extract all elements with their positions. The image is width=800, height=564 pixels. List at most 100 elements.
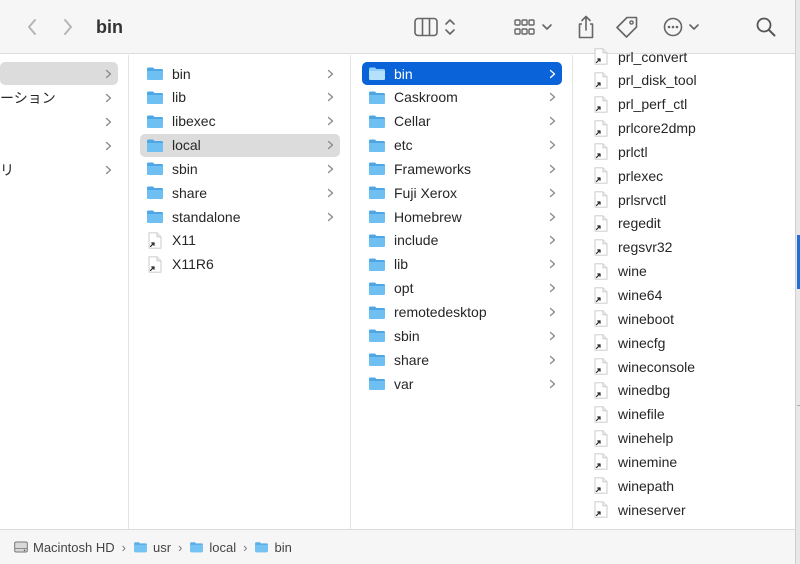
list-item[interactable] [0,134,118,157]
file-item[interactable]: prl_disk_tool [586,69,786,92]
folder-item[interactable]: Fuji Xerox [362,181,562,204]
path-crumb-bin[interactable]: bin [254,540,292,555]
file-item[interactable]: winepath [586,474,786,497]
file-item[interactable]: prlsrvctl [586,188,786,211]
tag-button[interactable] [614,12,640,42]
folder-icon [147,210,163,224]
action-button[interactable] [662,12,702,42]
folder-item[interactable]: sbin [362,324,562,347]
item-label: X11R6 [172,256,214,273]
item-label: X11 [172,232,196,249]
path-crumb-usr[interactable]: usr [133,540,171,555]
folder-item[interactable]: Caskroom [362,86,562,109]
item-label: winemine [618,453,678,470]
file-item[interactable]: wine [586,260,786,283]
item-label: opt [394,280,414,297]
file-item[interactable]: wineserver [586,498,786,521]
chevron-right-icon [327,181,334,204]
folder-item[interactable]: standalone [140,205,340,228]
list-item[interactable]: ーション [0,86,118,109]
item-label: lib [394,256,409,273]
chevron-right-icon [549,324,556,347]
group-button[interactable] [512,12,556,42]
chevron-right-icon [549,62,556,85]
folder-item[interactable]: opt [362,277,562,300]
search-icon [756,17,776,37]
file-item[interactable]: regsvr32 [586,236,786,259]
alias-file-icon [594,96,608,113]
column-browser: ーション リ bin lib libexec local sbin share … [0,48,795,529]
file-item[interactable]: winedbg [586,379,786,402]
folder-item[interactable]: libexec [140,110,340,133]
folder-item[interactable]: etc [362,134,562,157]
list-item[interactable]: リ [0,158,118,181]
file-item[interactable]: regedit [586,212,786,235]
folder-item[interactable]: remotedesktop [362,301,562,324]
folder-item[interactable]: share [362,348,562,371]
chevron-right-icon [327,205,334,228]
folder-item[interactable]: sbin [140,157,340,180]
folder-item[interactable]: Homebrew [362,205,562,228]
folder-icon [189,541,204,553]
folder-item[interactable]: include [362,229,562,252]
search-button[interactable] [754,12,778,42]
column-root[interactable]: ーション リ [0,55,129,529]
folder-icon [254,541,269,553]
folder-item[interactable]: Frameworks [362,157,562,180]
file-item[interactable]: X11R6 [140,253,340,276]
file-item[interactable]: winemine [586,450,786,473]
chevron-right-icon [549,277,556,300]
file-item[interactable]: prlexec [586,164,786,187]
path-crumb-local[interactable]: local [189,540,236,555]
file-item[interactable]: wineboot [586,307,786,330]
file-item[interactable]: winefile [586,403,786,426]
item-label: wine64 [618,287,663,303]
forward-button[interactable] [56,12,80,42]
file-item[interactable]: prlcore2dmp [586,117,786,140]
file-item[interactable]: wine64 [586,284,786,307]
item-label: include [394,232,439,249]
folder-item[interactable]: lib [140,86,340,109]
path-crumb-macintosh-hd[interactable]: Macintosh HD [14,540,115,555]
share-icon [578,15,594,39]
folder-item[interactable]: bin [140,62,340,85]
column-bin[interactable]: prl_convert prl_disk_tool prl_perf_ctl p… [574,48,795,529]
chevron-right-icon [105,134,112,157]
alias-file-icon [594,453,608,471]
column-local[interactable]: bin Caskroom Cellar etc Frameworks Fuji … [352,55,573,529]
item-label: etc [394,137,413,154]
item-label: standalone [172,208,241,225]
chevron-right-icon [105,62,112,85]
folder-icon [369,377,385,391]
folder-item[interactable]: Cellar [362,110,562,133]
item-label: regsvr32 [618,239,673,256]
file-item[interactable]: prlctl [586,140,786,163]
path-separator: › [243,539,248,555]
file-item[interactable]: prl_convert [586,45,786,68]
folder-item[interactable]: local [140,133,340,157]
file-item[interactable]: X11 [140,229,340,252]
alias-file-icon [594,167,608,184]
folder-item[interactable]: lib [362,253,562,276]
view-mode-button[interactable] [412,12,460,42]
item-label: libexec [172,113,216,130]
back-button[interactable] [20,12,44,42]
folder-item[interactable]: bin [362,62,562,85]
item-label: winepath [618,477,675,494]
folder-item[interactable]: share [140,181,340,204]
list-item[interactable] [0,110,118,133]
item-label: sbin [394,327,420,344]
folder-icon [369,162,385,176]
list-item[interactable] [0,62,118,85]
item-label: wine [618,263,647,280]
share-button[interactable] [574,12,598,42]
folder-icon [369,139,385,152]
column-usr[interactable]: bin lib libexec local sbin share standal… [130,55,351,529]
file-item[interactable]: wineconsole [586,355,786,378]
path-separator: › [121,539,126,555]
file-item[interactable]: winehelp [586,427,786,450]
file-item[interactable]: prl_perf_ctl [586,93,786,116]
chevron-right-icon [327,134,334,157]
file-item[interactable]: winecfg [586,331,786,354]
folder-item[interactable]: var [362,372,562,395]
